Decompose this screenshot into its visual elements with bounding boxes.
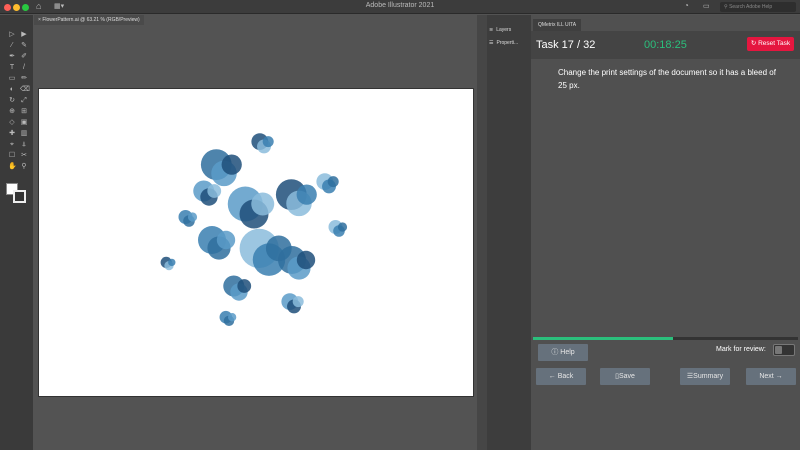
tool-icon[interactable]: ⊕ bbox=[8, 108, 16, 115]
document-tab[interactable]: × FlowerPattern.ai @ 63.21 % (RGB/Previe… bbox=[34, 15, 144, 25]
discover-icon[interactable]: ◔ bbox=[684, 1, 689, 10]
tool-icon[interactable]: ✏ bbox=[20, 75, 28, 82]
task-counter: Task 17 / 32 bbox=[536, 39, 596, 51]
mark-for-review-toggle[interactable] bbox=[773, 344, 795, 356]
arrow-right-icon: → bbox=[775, 373, 783, 380]
stroke-swatch[interactable] bbox=[13, 190, 26, 203]
flower-artwork[interactable] bbox=[39, 89, 473, 396]
flower-petal bbox=[187, 212, 198, 222]
arrange-documents-icon[interactable]: ▭ bbox=[703, 2, 710, 10]
task-panel-tab[interactable]: QMetrix ILL UITA bbox=[533, 19, 582, 31]
save-label: Save bbox=[618, 373, 635, 380]
flower-petal bbox=[237, 279, 252, 293]
next-button[interactable]: Next → bbox=[746, 368, 796, 385]
tool-icon[interactable]: ✐ bbox=[20, 53, 28, 60]
summary-label: Summary bbox=[693, 373, 724, 380]
task-header: Task 17 / 32 00:18:25 ↻ Reset Task bbox=[531, 31, 800, 59]
reset-task-button[interactable]: ↻ Reset Task bbox=[747, 37, 794, 51]
help-label: Help bbox=[560, 349, 575, 356]
flower-petal bbox=[337, 222, 348, 232]
tool-icon[interactable]: / bbox=[20, 64, 28, 71]
artboard[interactable] bbox=[39, 89, 473, 396]
layers-label: Layers bbox=[496, 27, 512, 33]
tool-icon[interactable]: ✚ bbox=[8, 130, 16, 137]
tool-icon[interactable]: ✎ bbox=[20, 42, 28, 49]
summary-button[interactable]: ☰Summary bbox=[680, 368, 730, 385]
tool-icon[interactable]: ⚲ bbox=[20, 163, 28, 170]
tool-icon[interactable]: ◐ bbox=[8, 86, 16, 93]
tool-icon[interactable]: ▷ bbox=[8, 31, 16, 38]
tool-icon[interactable]: ⌫ bbox=[20, 86, 30, 93]
tool-icon[interactable]: ⤢ bbox=[20, 97, 28, 104]
title-bar: ⌂ ▦▾ Adobe Illustrator 2021 ◔ ▭ ⚲ Search… bbox=[0, 0, 800, 14]
flower-petal bbox=[262, 136, 274, 148]
flower-petal bbox=[216, 230, 236, 250]
tool-icon[interactable]: ⊞ bbox=[20, 108, 28, 115]
back-button[interactable]: ← Back bbox=[536, 368, 586, 385]
search-adobe-help-input[interactable]: ⚲ Search Adobe Help bbox=[720, 2, 796, 12]
tool-icon[interactable]: ▣ bbox=[20, 119, 28, 126]
tool-icon[interactable]: ↻ bbox=[8, 97, 16, 104]
properties-icon: ☰ bbox=[489, 40, 494, 46]
flower-petal bbox=[207, 184, 222, 198]
reset-label: Reset Task bbox=[758, 40, 791, 47]
tool-icon[interactable]: ⍋ bbox=[20, 141, 28, 148]
flower-petal bbox=[327, 176, 339, 188]
tool-icon[interactable]: ☐ bbox=[8, 152, 16, 159]
progress-fill bbox=[533, 337, 674, 340]
help-icon: ⓘ bbox=[551, 349, 559, 356]
app-title: Adobe Illustrator 2021 bbox=[365, 2, 435, 9]
back-label: Back bbox=[557, 373, 574, 380]
arrow-left-icon: ← bbox=[548, 373, 556, 380]
tool-icon[interactable]: ✂ bbox=[20, 152, 28, 159]
properties-label: Properti... bbox=[496, 40, 519, 46]
tool-icon[interactable]: ✋ bbox=[8, 163, 17, 170]
layers-panel-button[interactable]: ≋ Layers bbox=[489, 27, 511, 33]
flower-petal bbox=[296, 184, 317, 205]
document-tab-label: FlowerPattern.ai @ 63.21 % (RGB/Preview) bbox=[42, 17, 140, 23]
tool-icon[interactable]: ▥ bbox=[20, 130, 28, 137]
next-label: Next bbox=[759, 373, 774, 380]
properties-panel-button[interactable]: ☰ Properti... bbox=[489, 40, 518, 46]
flower-petal bbox=[221, 154, 242, 175]
help-button[interactable]: ⓘ Help bbox=[538, 344, 588, 361]
flower-petal bbox=[292, 296, 304, 308]
refresh-icon: ↻ bbox=[750, 40, 757, 47]
tool-icon[interactable]: ◇ bbox=[8, 119, 16, 126]
task-panel: QMetrix ILL UITA Task 17 / 32 00:18:25 ↻… bbox=[531, 15, 800, 450]
task-timer: 00:18:25 bbox=[644, 39, 687, 51]
task-instruction: Change the print settings of the documen… bbox=[558, 68, 776, 90]
save-button[interactable]: ▯Save bbox=[600, 368, 650, 385]
flower-petal bbox=[296, 250, 316, 270]
tool-icon[interactable]: ✒ bbox=[8, 53, 16, 60]
tool-icon[interactable]: ⁄ bbox=[8, 42, 16, 49]
flower-petal bbox=[251, 192, 275, 216]
tool-icon[interactable]: ⌖ bbox=[8, 141, 16, 148]
flower-petal bbox=[168, 258, 176, 267]
tool-icon[interactable]: ▭ bbox=[8, 75, 16, 82]
task-progress-bar bbox=[533, 337, 798, 340]
layers-icon: ≋ bbox=[489, 27, 494, 33]
panel-divider[interactable] bbox=[477, 15, 487, 450]
tools-panel: ▷ ▶ ⁄ ✎ ✒ ✐ T / ▭ ✏ ◐ ⌫ ↻ ⤢ ⊕ ⊞ ◇ ▣ ✚ ▥ ⌖ ⍋ ☐ ✂ ✋ ⚲ bbox=[0, 15, 33, 450]
tool-icon[interactable]: ▶ bbox=[20, 31, 28, 38]
flower-petal bbox=[228, 313, 237, 322]
tool-icon[interactable]: T bbox=[8, 64, 16, 71]
search-placeholder: Search Adobe Help bbox=[729, 4, 773, 10]
mark-for-review-label: Mark for review: bbox=[716, 346, 766, 353]
collapsed-panels: ≋ Layers ☰ Properti... bbox=[487, 15, 531, 450]
